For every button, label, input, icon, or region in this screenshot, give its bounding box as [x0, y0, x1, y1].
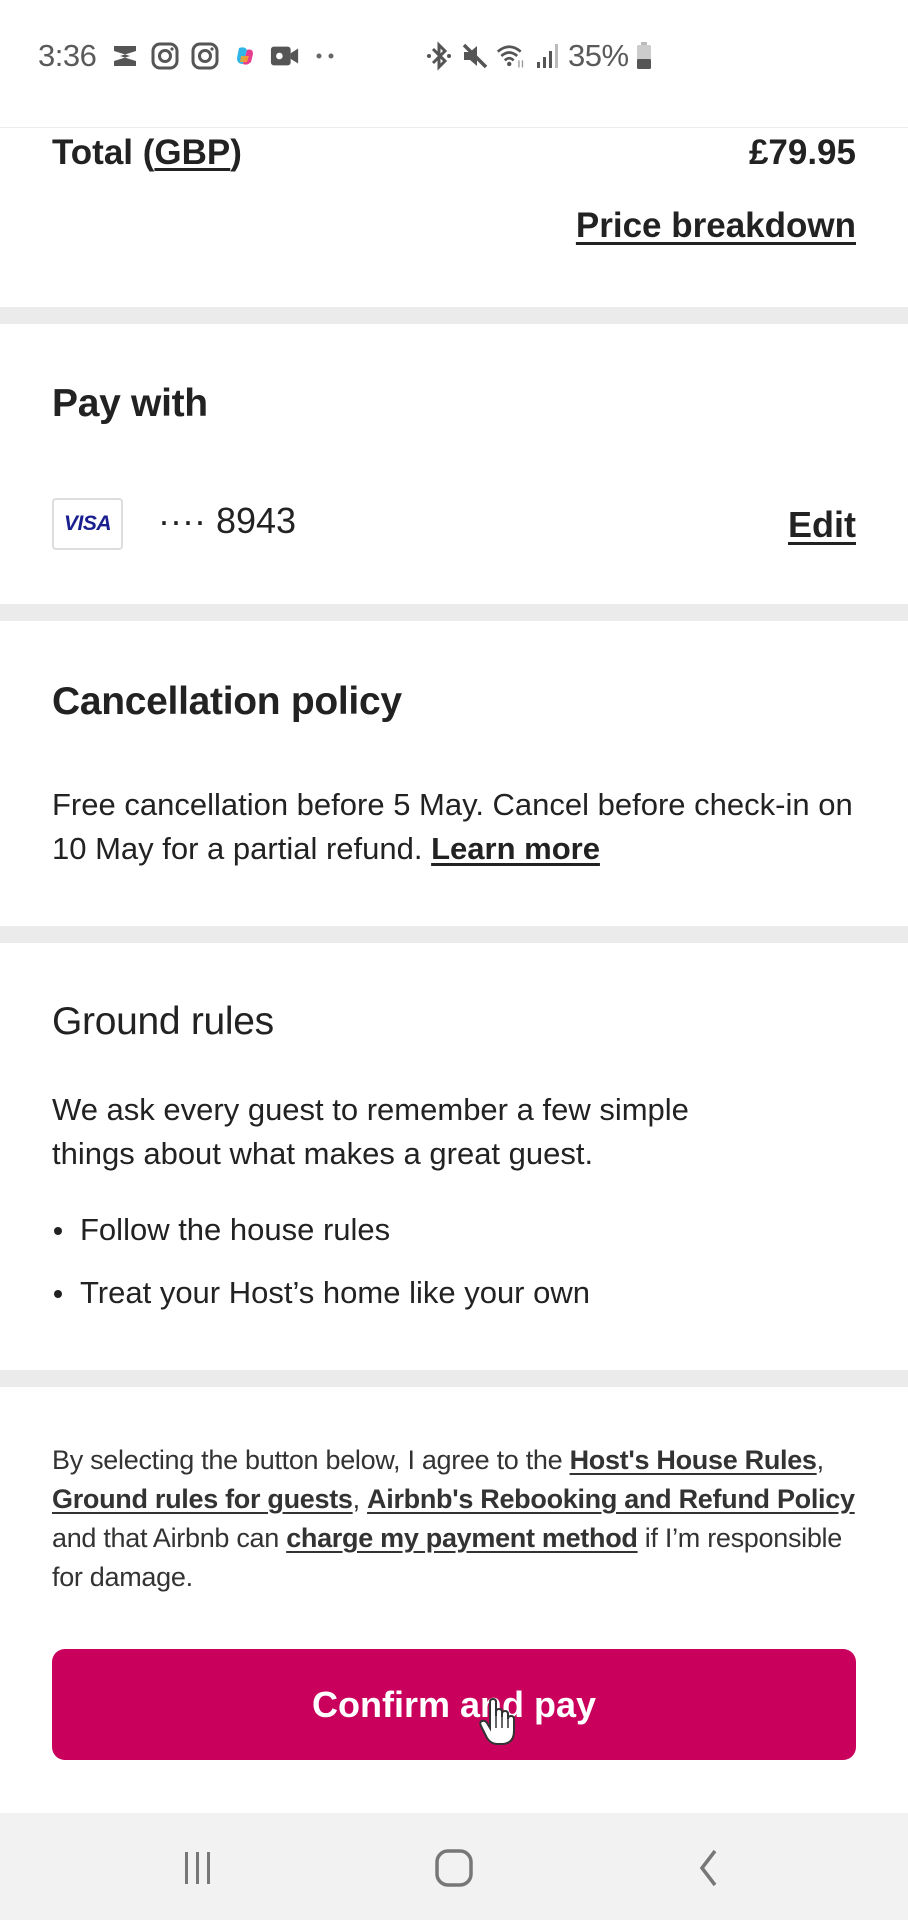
agreement-sep: , — [816, 1445, 825, 1475]
edit-payment-link[interactable]: Edit — [788, 504, 856, 546]
house-rules-link[interactable]: Host's House Rules — [570, 1445, 817, 1475]
ground-rule-item: Follow the house rules — [52, 1208, 856, 1252]
home-icon — [435, 1849, 473, 1887]
status-time: 3:36 — [38, 38, 97, 73]
ground-rules-list: Follow the house rules Treat your Host’s… — [52, 1208, 856, 1334]
ground-rule-item: Treat your Host’s home like your own — [52, 1271, 856, 1315]
learn-more-link[interactable]: Learn more — [431, 831, 600, 866]
cancellation-title: Cancellation policy — [52, 680, 402, 723]
hand-cursor-icon — [478, 1697, 518, 1746]
price-breakdown-link[interactable]: Price breakdown — [576, 206, 856, 246]
charge-payment-link[interactable]: charge my payment method — [286, 1523, 638, 1553]
battery-percent: 35% — [568, 38, 629, 73]
bluetooth-icon — [424, 41, 454, 71]
pay-with-title: Pay with — [52, 382, 208, 425]
rebooking-policy-link[interactable]: Airbnb's Rebooking and Refund Policy — [367, 1484, 855, 1514]
recent-apps-icon — [185, 1852, 210, 1884]
card-number: ···· 8943 — [158, 500, 297, 541]
status-bar: 3:36 35% — [0, 0, 908, 128]
recent-apps-button[interactable] — [168, 1843, 228, 1893]
ground-rules-intro: We ask every guest to remember a few sim… — [52, 1092, 689, 1171]
more-dots-icon — [310, 41, 340, 71]
confirm-and-pay-button[interactable]: Confirm and pay — [52, 1649, 856, 1760]
total-amount: £79.95 — [748, 133, 856, 172]
currency-link[interactable]: GBP — [154, 133, 230, 172]
mute-icon — [460, 41, 490, 71]
agreement-text: By selecting the button below, I agree t… — [52, 1441, 860, 1597]
ground-rules-link[interactable]: Ground rules for guests — [52, 1484, 353, 1514]
instagram-icon — [150, 41, 180, 71]
visa-card-logo: VISA — [52, 498, 123, 550]
agreement-part: By selecting the button below, I agree t… — [52, 1445, 570, 1475]
video-camera-icon — [270, 41, 300, 71]
agreement-sep: , — [352, 1484, 368, 1514]
section-divider — [0, 307, 908, 324]
total-row: Total (GBP) £79.95 — [52, 130, 856, 176]
total-label-suffix: ) — [230, 133, 242, 172]
signal-icon — [532, 41, 562, 71]
section-divider — [0, 604, 908, 621]
cancellation-text: Free cancellation before 5 May. Cancel b… — [52, 783, 856, 871]
home-button[interactable] — [424, 1843, 484, 1893]
section-divider — [0, 1370, 908, 1387]
total-label: Total (GBP) — [52, 133, 242, 173]
visa-icon: VISA — [63, 512, 112, 535]
capcut-icon — [110, 41, 140, 71]
agreement-part: and that Airbnb can — [52, 1523, 287, 1553]
section-divider — [0, 926, 908, 943]
copilot-icon — [230, 41, 260, 71]
instagram-icon — [190, 41, 220, 71]
back-icon — [699, 1849, 717, 1887]
battery-icon — [635, 41, 653, 71]
navigation-bar — [0, 1813, 908, 1920]
wifi-icon — [496, 41, 526, 71]
back-button[interactable] — [678, 1843, 738, 1893]
total-label-prefix: Total ( — [52, 133, 155, 172]
ground-rules-title: Ground rules — [52, 1000, 274, 1043]
confirm-and-pay-label: Confirm and pay — [311, 1683, 597, 1725]
